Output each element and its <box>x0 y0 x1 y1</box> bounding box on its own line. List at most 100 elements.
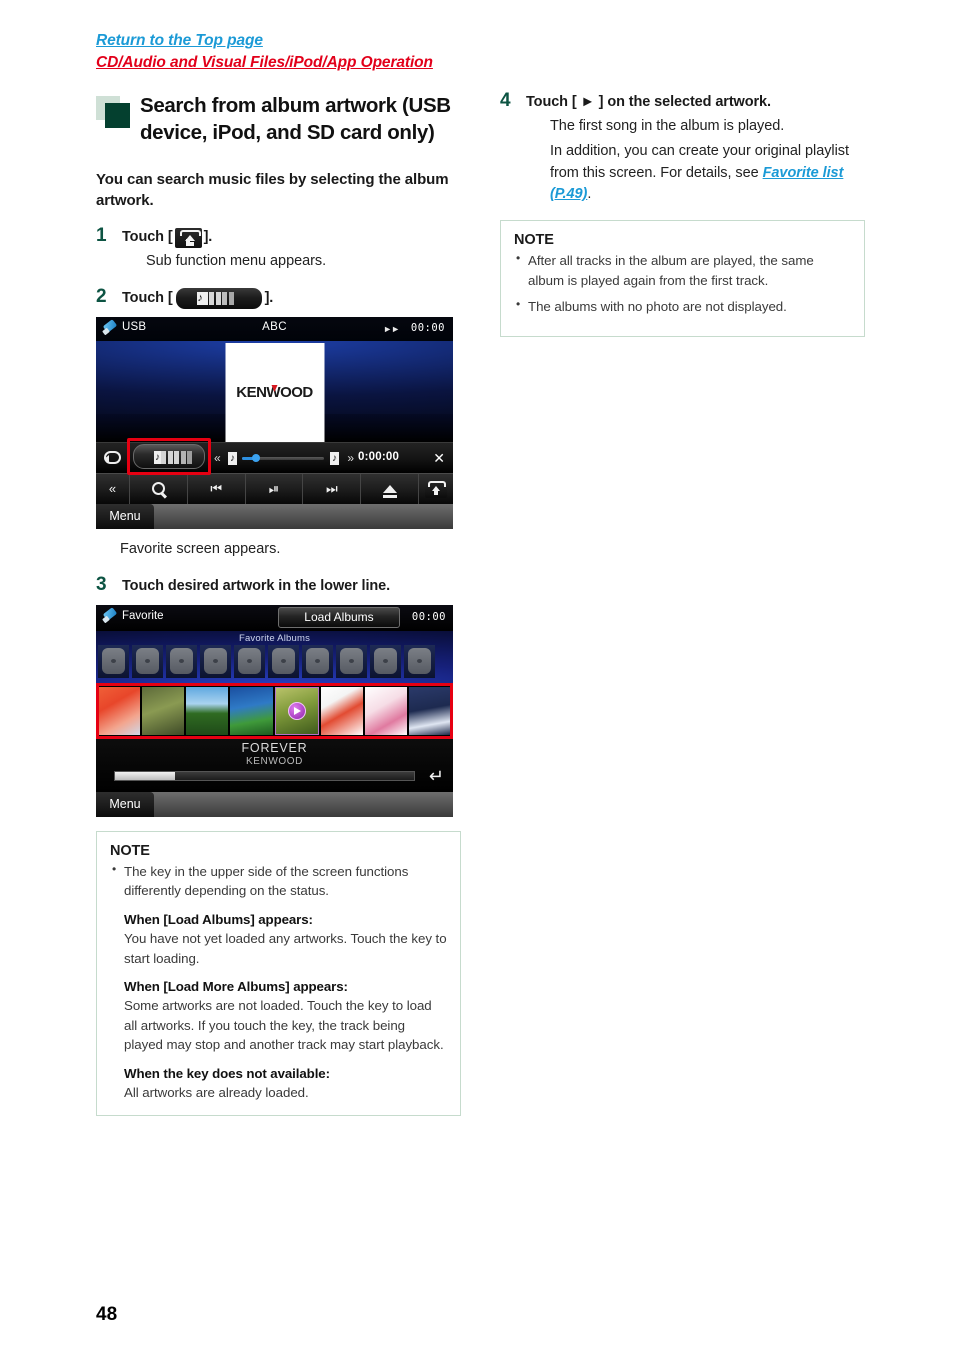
eject-icon <box>382 484 397 498</box>
note-list: The key in the upper side of the screen … <box>110 861 447 901</box>
section-breadcrumb-link[interactable]: CD/Audio and Visual Files/iPod/App Opera… <box>96 52 856 74</box>
favorite-slot[interactable] <box>268 644 299 678</box>
marker-front-square <box>105 103 130 128</box>
step-4-number: 4 <box>500 90 511 111</box>
usb-transport-bar: « ⏮ ⏯ ⏭ <box>96 472 453 504</box>
favorite-slot[interactable] <box>404 644 435 678</box>
page-number: 48 <box>96 1304 118 1325</box>
step-3: 3 Touch desired artwork in the lower lin… <box>96 573 461 597</box>
step-3-number: 3 <box>96 573 107 595</box>
sub-function-button[interactable] <box>419 474 453 504</box>
note-sub-body: You have not yet loaded any artworks. To… <box>124 930 447 966</box>
favorite-slot[interactable] <box>336 644 367 678</box>
favorite-slot[interactable] <box>132 644 163 678</box>
menu-button[interactable]: Menu <box>96 791 154 817</box>
search-icon <box>151 482 165 496</box>
note-title: NOTE <box>514 232 554 249</box>
kenwood-accent-mark <box>271 384 278 392</box>
elapsed-time: 0:00:00 <box>358 450 400 463</box>
favorite-albums-row: Favorite Albums <box>96 630 453 683</box>
note-bullet: After all tracks in the album are played… <box>514 250 851 290</box>
usb-menu-bar: Menu <box>96 503 453 529</box>
kenwood-logo: KENWOOD <box>236 383 313 401</box>
usb-title-bar: USB ABC ►► 00:00 <box>96 316 453 341</box>
note-bullet: The key in the upper side of the screen … <box>110 861 447 901</box>
note-sub-heading: When [Load More Albums] appears: <box>124 979 348 995</box>
step-4-body-1: The first song in the album is played. <box>550 118 785 135</box>
step-1-heading: Touch [ ]. <box>122 227 461 248</box>
step-1-number: 1 <box>96 225 107 247</box>
step-2-number: 2 <box>96 285 107 307</box>
note-subsection: When [Load Albums] appears: You have not… <box>124 910 447 968</box>
seek-knob[interactable] <box>252 454 260 463</box>
search-button[interactable] <box>130 473 188 504</box>
step-4-body-2-post: . <box>587 186 592 203</box>
note-subsection: When the key does not available: All art… <box>124 1064 447 1103</box>
step-2-text-post: ]. <box>264 289 274 306</box>
favorite-screen-screenshot: Favorite Load Albums 00:00 Favorite Albu… <box>96 604 453 817</box>
page-header: Return to the Top page CD/Audio and Visu… <box>96 30 856 75</box>
favorite-slot[interactable] <box>234 644 265 678</box>
prev-chevron-icon[interactable]: « <box>214 451 221 465</box>
album-title-label: FOREVER <box>241 740 308 755</box>
favorite-slot[interactable] <box>370 644 401 678</box>
chapter-heading: Search from album artwork (USB device, i… <box>96 92 461 147</box>
usb-artwork-stage: KENWOOD <box>96 340 453 442</box>
note-sub-heading: When the key does not available: <box>124 1065 330 1081</box>
step-2-heading: Touch [ ♪ ]. <box>122 287 461 309</box>
step-1-body: Sub function menu appears. <box>146 253 327 270</box>
favorite-slot[interactable] <box>166 644 197 678</box>
note-sub-body: All artworks are already loaded. <box>124 1085 309 1101</box>
note-sub-body: Some artworks are not loaded. Touch the … <box>124 998 444 1053</box>
favorite-menu-bar: Menu <box>96 791 453 817</box>
play-pause-button[interactable]: ⏯ <box>246 473 304 504</box>
note-box-right: NOTE After all tracks in the album are p… <box>500 220 865 337</box>
favorite-albums-caption: Favorite Albums <box>238 632 311 644</box>
album-bars-glyph <box>202 291 234 305</box>
seek-bar-area[interactable]: « ♪ ♪ » <box>214 443 354 474</box>
scrollbar-thumb[interactable] <box>115 771 175 780</box>
step-2: 2 Touch [ ♪ ]. <box>96 285 461 309</box>
return-to-top-link[interactable]: Return to the Top page <box>96 30 856 52</box>
page-title: Search from album artwork (USB device, i… <box>140 94 451 145</box>
highlight-box-artwork-row <box>96 682 453 739</box>
previous-track-button[interactable]: ⏮ <box>188 473 246 504</box>
highlight-box-album-button <box>127 437 211 475</box>
note-sub-heading: When [Load Albums] appears: <box>124 911 313 927</box>
fast-forward-icon: ►► <box>383 323 400 334</box>
repeat-icon[interactable] <box>104 450 121 464</box>
collapse-button[interactable]: « <box>96 473 130 504</box>
favorite-slot[interactable] <box>98 644 129 678</box>
album-artist-label: KENWOOD <box>246 755 303 767</box>
seek-end-note-icon: ♪ <box>330 451 339 465</box>
step-1-text-post: ]. <box>203 229 213 246</box>
favorite-slot[interactable] <box>200 644 231 678</box>
shuffle-icon[interactable]: ✕ <box>433 451 445 465</box>
step-1: 1 Touch [ ]. Sub function menu appears. <box>96 225 461 273</box>
next-track-button[interactable]: ⏭ <box>303 473 362 504</box>
chapter-marker-icon <box>96 96 130 130</box>
album-artwork-key-icon: ♪ <box>175 287 262 309</box>
load-albums-button[interactable]: Load Albums <box>278 606 400 628</box>
favorite-slot[interactable] <box>302 644 333 678</box>
note-list: After all tracks in the album are played… <box>514 250 851 317</box>
note-subsection: When [Load More Albums] appears: Some ar… <box>124 977 447 1055</box>
step-4-heading: Touch [ ► ] on the selected artwork. <box>526 94 771 110</box>
step-2-text-pre: Touch [ <box>122 289 173 306</box>
favorite-placeholder-row <box>98 644 435 678</box>
step-2-body: Favorite screen appears. <box>120 540 281 557</box>
usb-device-icon <box>102 606 119 624</box>
step-4: 4 Touch [ ► ] on the selected artwork. T… <box>500 90 865 206</box>
menu-button[interactable]: Menu <box>96 503 154 529</box>
seek-track[interactable] <box>242 454 324 463</box>
horizontal-scrollbar[interactable] <box>114 770 415 781</box>
intro-text: You can search music files by selecting … <box>96 170 449 209</box>
next-chevron-icon[interactable]: » <box>347 451 354 465</box>
favorite-now-playing-info: FOREVER KENWOOD ↵ <box>96 738 453 792</box>
favorite-source-label: Favorite <box>122 609 164 622</box>
return-icon[interactable]: ↵ <box>429 767 444 785</box>
eject-button[interactable] <box>361 473 419 504</box>
step-1-text-pre: Touch [ <box>122 229 173 246</box>
usb-clock: 00:00 <box>410 321 445 334</box>
favorite-clock: 00:00 <box>411 610 446 623</box>
